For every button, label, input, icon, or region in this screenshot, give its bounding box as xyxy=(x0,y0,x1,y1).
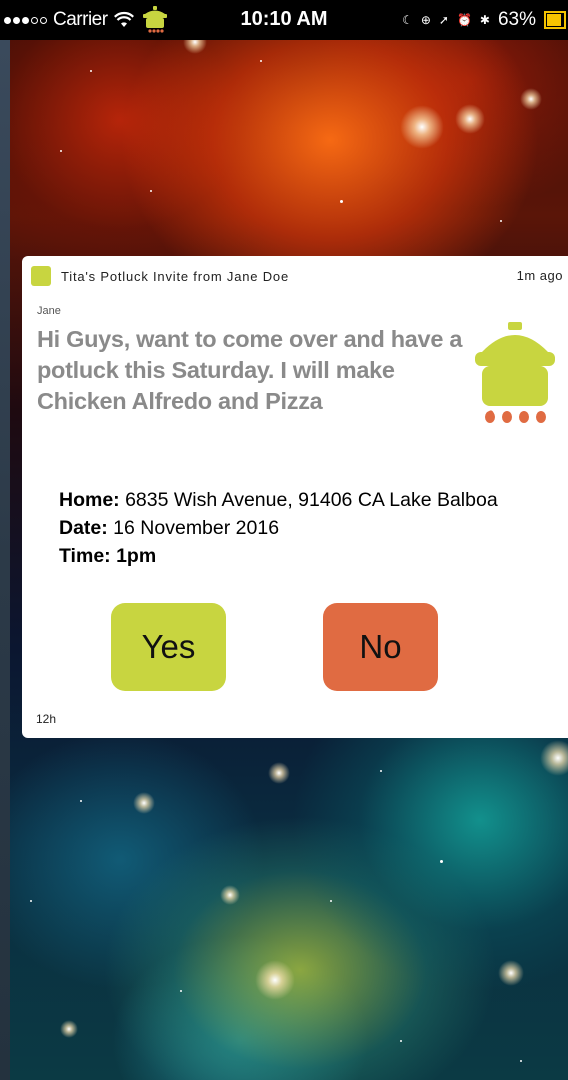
date-line: Date: 16 November 2016 xyxy=(59,514,498,542)
time-line: Time: 1pm xyxy=(59,542,498,570)
status-bar: Carrier 10:10 AM ☾ ⊕ ➚ ⏰ ✱ 63% xyxy=(0,0,568,40)
time-label: Time: 1pm xyxy=(59,545,157,567)
home-value: 6835 Wish Avenue, 91406 CA Lake Balboa xyxy=(119,489,498,511)
battery-icon xyxy=(544,11,566,29)
yes-button[interactable]: Yes xyxy=(111,603,226,691)
rotation-lock-icon: ⊕ xyxy=(420,13,431,27)
age-stamp: 12h xyxy=(36,712,57,726)
status-right: ☾ ⊕ ➚ ⏰ ✱ 63% xyxy=(402,0,566,40)
no-button[interactable]: No xyxy=(323,603,438,691)
notification-time: 1m ago xyxy=(516,268,563,283)
alarm-icon: ⏰ xyxy=(456,13,472,27)
date-label: Date: xyxy=(59,517,108,539)
left-edge-strip xyxy=(0,40,10,1080)
location-icon: ➚ xyxy=(438,13,449,27)
sender-name: Jane xyxy=(37,305,61,317)
home-line: Home: 6835 Wish Avenue, 91406 CA Lake Ba… xyxy=(59,486,498,514)
battery-percentage: 63% xyxy=(497,9,536,30)
home-label: Home: xyxy=(59,489,120,511)
cooking-pot-icon xyxy=(475,322,555,423)
moon-icon: ☾ xyxy=(402,13,413,27)
notification-message: Hi Guys, want to come over and have a po… xyxy=(37,326,463,414)
notification-title: Tita's Potluck Invite from Jane Doe xyxy=(61,268,289,284)
event-details: Home: 6835 Wish Avenue, 91406 CA Lake Ba… xyxy=(59,486,498,570)
app-icon xyxy=(31,266,51,286)
bluetooth-icon: ✱ xyxy=(479,13,490,27)
notification-header: Tita's Potluck Invite from Jane Doe 1m a… xyxy=(31,265,568,287)
date-value: 16 November 2016 xyxy=(107,517,280,539)
notification-card[interactable]: Tita's Potluck Invite from Jane Doe 1m a… xyxy=(22,256,568,738)
